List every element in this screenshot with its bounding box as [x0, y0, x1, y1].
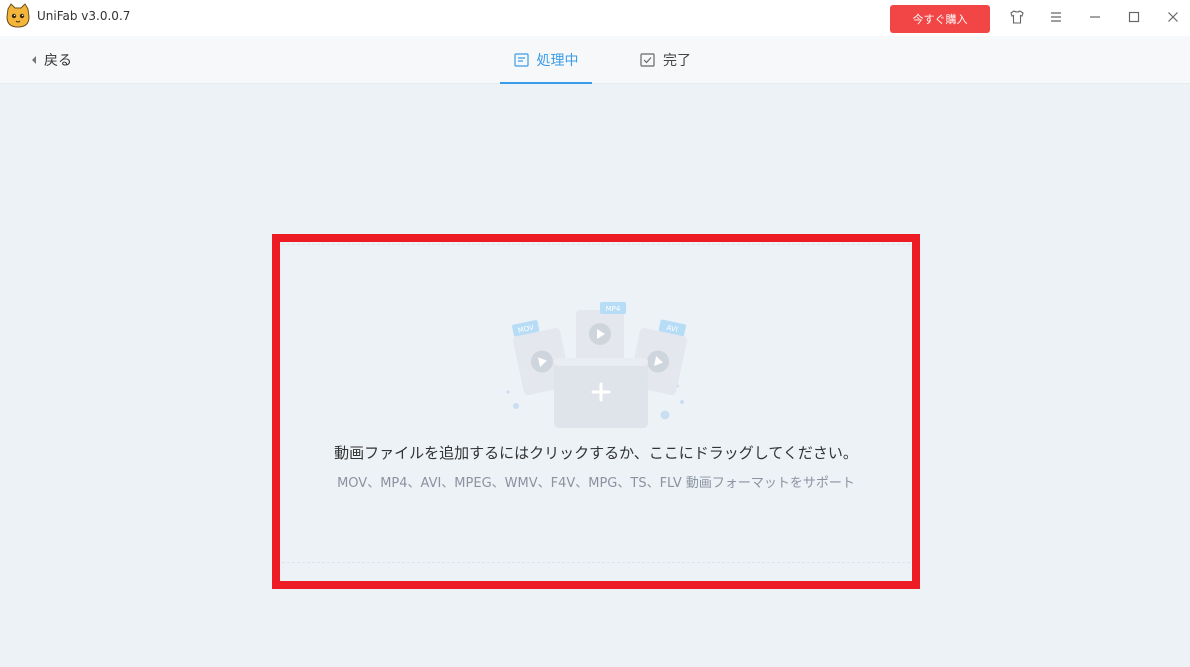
tab-processing[interactable]: 処理中 — [500, 36, 592, 84]
tab-processing-label: 処理中 — [536, 53, 579, 69]
minimize-icon — [1090, 16, 1100, 18]
drop-zone-instruction: 動画ファイルを追加するにはクリックするか、ここにドラッグしてください。 — [334, 444, 858, 462]
close-button[interactable] — [1163, 7, 1183, 27]
checkbox-icon — [640, 53, 655, 67]
file-drop-zone[interactable]: MOV AVI MP4 動画ファイルを追加するにはクリックするか、ここにドラッグ… — [272, 234, 920, 589]
chevron-left-icon — [32, 56, 36, 64]
menu-button[interactable] — [1046, 7, 1066, 27]
tab-completed[interactable]: 完了 — [640, 36, 691, 84]
nav-bar: 戻る 処理中 完了 — [0, 36, 1190, 84]
minimize-button[interactable] — [1085, 7, 1105, 27]
shirt-icon — [1010, 10, 1024, 24]
app-title: UniFab v3.0.0.7 — [37, 9, 131, 23]
format-tag-mp4: MP4 — [606, 305, 621, 313]
supported-formats-text: MOV、MP4、AVI、MPEG、WMV、F4V、MPG、TS、FLV 動画フォ… — [337, 476, 855, 491]
back-button[interactable]: 戻る — [30, 50, 72, 70]
add-file-icon: MOV AVI MP4 — [506, 302, 688, 428]
maximize-icon — [1128, 11, 1140, 23]
maximize-button[interactable] — [1124, 7, 1144, 27]
cat-logo-icon — [6, 3, 30, 28]
back-label: 戻る — [44, 53, 72, 69]
list-icon — [513, 53, 529, 67]
title-bar: UniFab v3.0.0.7 今すぐ購入 — [0, 0, 1190, 36]
buy-now-button[interactable]: 今すぐ購入 — [890, 5, 990, 33]
menu-icon — [1051, 12, 1061, 22]
close-icon — [1168, 12, 1178, 22]
tab-completed-label: 完了 — [663, 53, 691, 69]
skin-button[interactable] — [1007, 7, 1027, 27]
